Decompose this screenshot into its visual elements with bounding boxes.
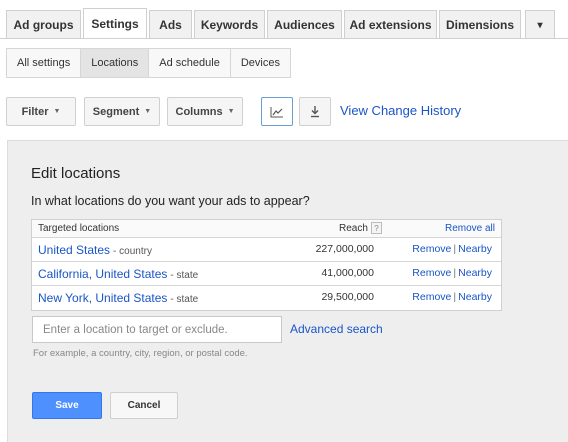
column-header-reach: Reach: [339, 223, 368, 234]
table-row: United States - country 227,000,000 Remov…: [32, 238, 501, 262]
view-change-history-link[interactable]: View Change History: [340, 103, 461, 118]
location-search-input[interactable]: [32, 316, 282, 343]
column-header-location: Targeted locations: [38, 223, 120, 234]
remove-all-link[interactable]: Remove all: [445, 223, 495, 234]
separator: |: [453, 291, 457, 303]
download-icon: [311, 106, 319, 118]
segment-button-label: Segment: [92, 105, 140, 118]
tab-ad-extensions[interactable]: Ad extensions: [344, 10, 437, 39]
filter-button[interactable]: Filter ▼: [6, 97, 76, 126]
caret-down-icon: ▼: [53, 108, 61, 115]
save-button[interactable]: Save: [32, 392, 102, 419]
remove-link[interactable]: Remove: [412, 291, 451, 303]
filter-button-label: Filter: [21, 105, 49, 118]
advanced-search-link[interactable]: Advanced search: [290, 322, 383, 336]
settings-sub-tabs: All settings Locations Ad schedule Devic…: [6, 48, 291, 78]
location-name-link[interactable]: United States - country: [38, 243, 152, 257]
line-chart-icon: [270, 106, 283, 117]
panel-title: Edit locations: [31, 165, 121, 182]
segment-button[interactable]: Segment ▼: [84, 97, 160, 126]
location-type: - state: [170, 270, 199, 281]
subtab-devices[interactable]: Devices: [230, 49, 290, 77]
tab-ads[interactable]: Ads: [149, 10, 192, 39]
nearby-link[interactable]: Nearby: [458, 291, 492, 303]
targeted-locations-table: Targeted locations Reach ? Remove all Un…: [31, 219, 502, 311]
tab-divider: [0, 38, 568, 39]
cancel-button[interactable]: Cancel: [110, 392, 178, 419]
location-type: - state: [170, 294, 199, 305]
row-actions: Remove | Nearby: [412, 267, 492, 279]
caret-down-icon: ▼: [144, 108, 152, 115]
subtab-all-settings[interactable]: All settings: [7, 49, 82, 77]
location-type: - country: [113, 246, 152, 257]
toggle-chart-button[interactable]: [261, 97, 293, 126]
row-actions: Remove | Nearby: [412, 291, 492, 303]
location-name: California, United States: [38, 267, 168, 281]
columns-button[interactable]: Columns ▼: [167, 97, 243, 126]
download-button[interactable]: [299, 97, 331, 126]
nearby-link[interactable]: Nearby: [458, 267, 492, 279]
table-row: California, United States - state 41,000,…: [32, 262, 501, 286]
location-name: United States: [38, 243, 111, 257]
caret-down-icon: ▼: [227, 108, 235, 115]
table-row: New York, United States - state 29,500,00…: [32, 286, 501, 310]
columns-button-label: Columns: [175, 105, 223, 118]
tab-keywords[interactable]: Keywords: [194, 10, 265, 39]
location-input-hint: For example, a country, city, region, or…: [33, 348, 248, 359]
subtab-locations[interactable]: Locations: [81, 49, 150, 77]
location-name-link[interactable]: California, United States - state: [38, 267, 198, 281]
tab-audiences[interactable]: Audiences: [267, 10, 342, 39]
table-header: Targeted locations Reach ? Remove all: [32, 220, 501, 238]
location-reach: 29,500,000: [321, 291, 374, 303]
more-tabs-dropdown[interactable]: ▾: [525, 10, 555, 39]
tab-settings[interactable]: Settings: [83, 8, 147, 39]
row-actions: Remove | Nearby: [412, 243, 492, 255]
separator: |: [453, 267, 457, 279]
location-reach: 41,000,000: [321, 267, 374, 279]
separator: |: [453, 243, 457, 255]
tab-ad-groups[interactable]: Ad groups: [6, 10, 81, 39]
help-icon[interactable]: ?: [371, 222, 382, 234]
nearby-link[interactable]: Nearby: [458, 243, 492, 255]
tab-dimensions[interactable]: Dimensions: [439, 10, 521, 39]
top-tab-bar: Ad groups Settings Ads Keywords Audience…: [0, 0, 568, 39]
panel-question: In what locations do you want your ads t…: [31, 194, 310, 208]
subtab-ad-schedule[interactable]: Ad schedule: [149, 49, 231, 77]
remove-link[interactable]: Remove: [412, 267, 451, 279]
location-reach: 227,000,000: [315, 243, 374, 255]
chevron-down-icon: ▾: [537, 19, 543, 31]
location-name: New York, United States: [38, 291, 168, 305]
location-name-link[interactable]: New York, United States - state: [38, 291, 198, 305]
remove-link[interactable]: Remove: [412, 243, 451, 255]
